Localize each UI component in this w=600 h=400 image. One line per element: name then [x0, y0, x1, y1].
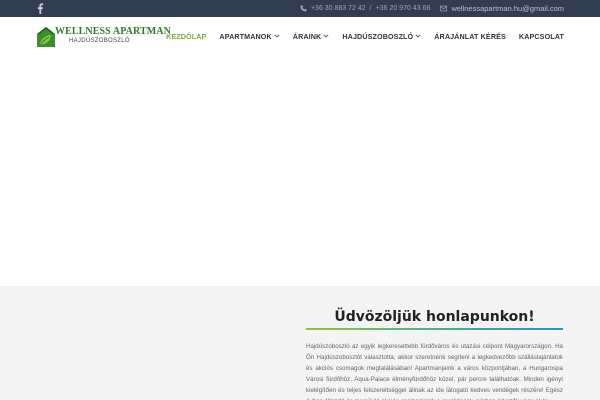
- top-bar: +36 30 883 72 42 / +36 20 970 43 68 well…: [0, 0, 600, 17]
- house-leaf-icon: [37, 27, 55, 47]
- title-divider: [306, 328, 563, 330]
- nav-item-apartmanok[interactable]: APARTMANOK: [219, 31, 280, 41]
- facebook-icon[interactable]: [36, 3, 44, 14]
- logo-subtitle: HAJDÚSZOBOSZLÓ: [69, 38, 130, 44]
- nav-item-label: HAJDÚSZOBOSZLÓ: [342, 31, 414, 41]
- phone-icon: [300, 5, 307, 12]
- hero-slider-area: [0, 55, 600, 286]
- chevron-down-icon: [274, 34, 280, 38]
- nav-item-arajanlat-keres[interactable]: ÁRAJÁNLAT KÉRÉS: [434, 32, 506, 41]
- main-nav: KEZDŐLAP APARTMANOK ÁRAINK HAJDÚSZOBOSZL…: [153, 17, 564, 55]
- envelope-icon: [440, 5, 448, 12]
- phone-separator: /: [369, 5, 372, 12]
- site-logo[interactable]: WELLNESS APARTMAN HAJDÚSZOBOSZLÓ: [36, 24, 171, 50]
- nav-item-araink[interactable]: ÁRAINK: [293, 32, 330, 41]
- nav-item-hajduszoboszlo[interactable]: HAJDÚSZOBOSZLÓ: [342, 32, 421, 41]
- nav-item-kapcsolat[interactable]: KAPCSOLAT: [519, 32, 564, 41]
- email-link[interactable]: wellnessapartman.hu@gmail.com: [451, 4, 564, 13]
- contact-info: +36 30 883 72 42 / +36 20 970 43 68 well…: [300, 0, 564, 17]
- chevron-down-icon: [415, 34, 421, 38]
- nav-item-label: ÁRAINK: [292, 31, 322, 41]
- welcome-title: Üdvözöljük honlapunkon!: [334, 309, 535, 325]
- nav-item-kezdolap[interactable]: KEZDŐLAP: [166, 32, 206, 41]
- welcome-section: Üdvözöljük honlapunkon! Hajdúszoboszló a…: [0, 286, 600, 400]
- site-header: WELLNESS APARTMAN HAJDÚSZOBOSZLÓ KEZDŐLA…: [0, 17, 600, 55]
- phone-number-1[interactable]: +36 30 883 72 42: [311, 5, 366, 12]
- nav-item-label: KAPCSOLAT: [518, 31, 564, 41]
- welcome-text: Hajdúszoboszló az egyik legkeresettebb f…: [306, 343, 563, 400]
- chevron-down-icon: [323, 34, 329, 38]
- phone-number-2[interactable]: +36 20 970 43 68: [376, 5, 431, 12]
- nav-item-label: ÁRAJÁNLAT KÉRÉS: [434, 31, 506, 41]
- nav-item-label: KEZDŐLAP: [166, 31, 207, 41]
- nav-item-label: APARTMANOK: [219, 31, 272, 41]
